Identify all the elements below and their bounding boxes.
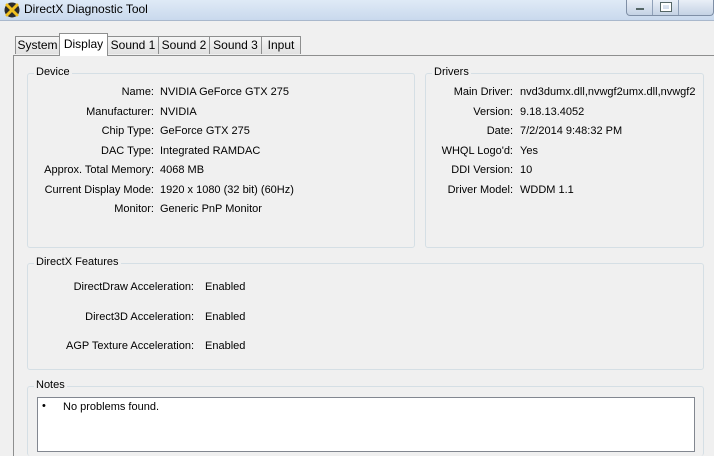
title-bar[interactable]: DirectX Diagnostic Tool: [0, 0, 714, 21]
ddi-version-value: 10: [520, 164, 533, 176]
device-dac-type-value: Integrated RAMDAC: [160, 145, 261, 157]
main-driver-label: Main Driver:: [453, 86, 513, 98]
device-group: Device: [27, 66, 415, 248]
window-title: DirectX Diagnostic Tool: [24, 2, 148, 16]
tab-display[interactable]: Display: [59, 33, 108, 56]
driver-version-label: Version:: [473, 106, 513, 118]
main-driver-value: nvd3dumx.dll,nvwgf2umx.dll,nvwgf2: [520, 86, 696, 98]
tab-system[interactable]: System: [15, 36, 60, 54]
tab-strip: System Display Sound 1 Sound 2 Sound 3 I…: [0, 30, 714, 56]
device-display-mode-value: 1920 x 1080 (32 bit) (60Hz): [160, 184, 294, 196]
device-memory-label: Approx. Total Memory:: [44, 164, 154, 176]
device-group-title: Device: [34, 66, 72, 78]
tab-input[interactable]: Input: [261, 36, 301, 54]
whql-label: WHQL Logo'd:: [441, 145, 513, 157]
directdraw-label: DirectDraw Acceleration:: [73, 281, 194, 293]
drivers-group: Drivers: [425, 66, 704, 248]
driver-version-value: 9.18.13.4052: [520, 106, 585, 118]
agp-texture-value: Enabled: [205, 340, 246, 352]
direct3d-value: Enabled: [205, 311, 246, 323]
whql-value: Yes: [520, 145, 538, 157]
tab-sound-3[interactable]: Sound 3: [209, 36, 262, 54]
close-button[interactable]: [679, 0, 714, 15]
directdraw-value: Enabled: [205, 281, 246, 293]
device-memory-value: 4068 MB: [160, 164, 205, 176]
device-dac-type-label: DAC Type:: [101, 145, 154, 157]
directx-features-title: DirectX Features: [34, 256, 121, 268]
driver-model-label: Driver Model:: [447, 184, 513, 196]
minimize-button[interactable]: [627, 0, 653, 15]
notes-title: Notes: [34, 379, 67, 391]
device-name-label: Name:: [121, 86, 154, 98]
driver-date-label: Date:: [486, 125, 513, 137]
maximize-button[interactable]: [653, 0, 679, 15]
agp-texture-label: AGP Texture Acceleration:: [66, 340, 194, 352]
directx-app-icon: [4, 2, 20, 18]
device-monitor-label: Monitor:: [114, 203, 154, 215]
device-monitor-value: Generic PnP Monitor: [160, 203, 262, 215]
device-manufacturer-label: Manufacturer:: [86, 106, 154, 118]
tab-sound-1[interactable]: Sound 1: [107, 36, 159, 54]
driver-date-value: 7/2/2014 9:48:32 PM: [520, 125, 623, 137]
tab-sound-2[interactable]: Sound 2: [158, 36, 210, 54]
driver-model-value: WDDM 1.1: [520, 184, 574, 196]
note-item: No problems found.: [63, 401, 159, 413]
window-controls: [626, 0, 714, 16]
direct3d-label: Direct3D Acceleration:: [85, 311, 194, 323]
device-chip-type-value: GeForce GTX 275: [160, 125, 250, 137]
device-display-mode-label: Current Display Mode:: [44, 184, 154, 196]
ddi-version-label: DDI Version:: [451, 164, 513, 176]
bullet-icon: •: [42, 400, 46, 412]
maximize-icon: [660, 2, 672, 12]
device-name-value: NVIDIA GeForce GTX 275: [160, 86, 289, 98]
device-manufacturer-value: NVIDIA: [160, 106, 197, 118]
device-chip-type-label: Chip Type:: [101, 125, 154, 137]
notes-textbox[interactable]: • No problems found.: [37, 397, 695, 452]
drivers-group-title: Drivers: [432, 66, 471, 78]
minimize-icon: [636, 8, 644, 10]
